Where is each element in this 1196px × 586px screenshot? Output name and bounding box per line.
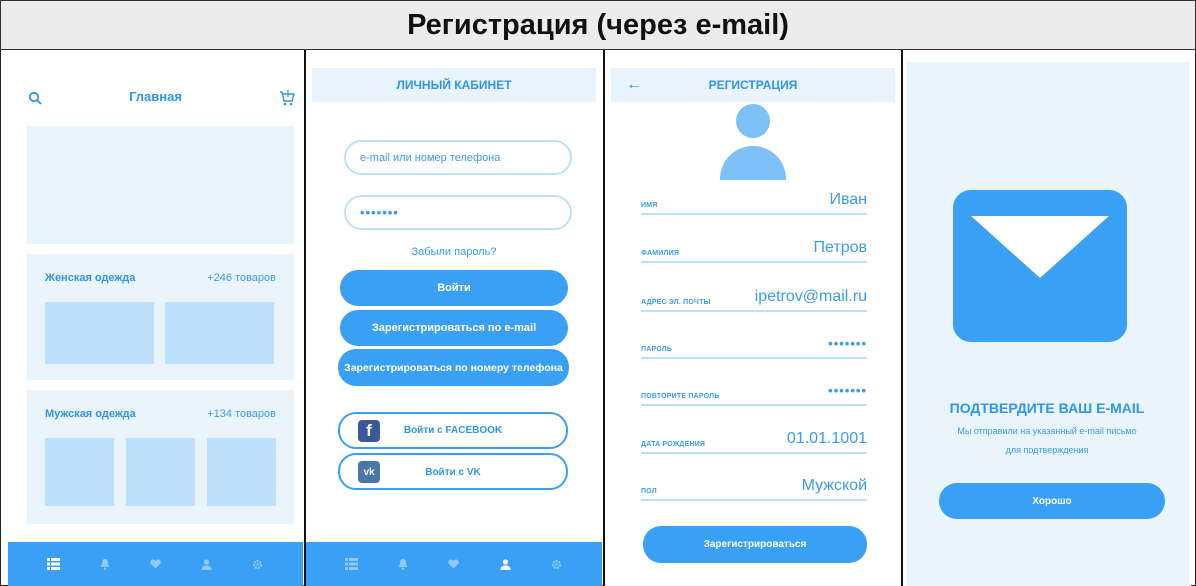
- bell-icon[interactable]: [396, 557, 410, 571]
- login-header: ЛИЧНЫЙ КАБИНЕТ: [312, 68, 596, 102]
- register-submit-button[interactable]: Зарегистрироваться: [643, 526, 867, 563]
- product-tile[interactable]: [45, 438, 114, 506]
- gear-icon[interactable]: [251, 557, 265, 571]
- registration-header: ← РЕГИСТРАЦИЯ: [611, 68, 895, 102]
- promo-banner[interactable]: [27, 126, 294, 244]
- field-label: пароль: [641, 346, 673, 353]
- avatar-body: [720, 146, 786, 180]
- catalog-icon[interactable]: [47, 557, 61, 571]
- register-phone-button[interactable]: Зарегистрироваться по номеру телефона: [338, 349, 569, 386]
- field-value: ipetrov@mail.ru: [754, 288, 867, 305]
- field-value: Иван: [829, 191, 867, 208]
- bell-icon[interactable]: [98, 557, 112, 571]
- confirm-title: ПОДТВЕРДИТЕ ВАШ E-MAIL: [949, 400, 1145, 416]
- facebook-login-button[interactable]: f Войти с FACEBOOK: [338, 412, 568, 449]
- gear-icon[interactable]: [549, 557, 563, 571]
- user-icon[interactable]: [498, 557, 512, 571]
- register-email-button[interactable]: Зарегистрироваться по e-mail: [340, 310, 568, 346]
- heart-icon[interactable]: [447, 557, 461, 571]
- vk-login-button[interactable]: vk Войти с VK: [338, 453, 568, 490]
- category-label: Женская одежда: [45, 272, 136, 284]
- field-label: адрес эл. почты: [641, 299, 711, 306]
- field-value: Мужской: [801, 477, 867, 494]
- field-value: Петров: [813, 239, 868, 256]
- email-field[interactable]: адрес эл. почты ipetrov@mail.ru: [641, 282, 867, 312]
- field-label: повторите пароль: [641, 393, 720, 400]
- first-name-field[interactable]: имя Иван: [641, 185, 867, 215]
- field-value: •••••••: [828, 336, 867, 351]
- product-tile[interactable]: [207, 438, 276, 506]
- page-title-bar: Регистрация (через e-mail): [0, 0, 1196, 50]
- tab-bar: [8, 542, 303, 586]
- password-field[interactable]: пароль •••••••: [641, 329, 867, 359]
- registration-screen: ← РЕГИСТРАЦИЯ имя Иван фамилия Петров ад…: [605, 50, 901, 586]
- category-count: +246 товаров: [207, 272, 276, 284]
- vk-login-label: Войти с VK: [425, 467, 481, 478]
- login-title: ЛИЧНЫЙ КАБИНЕТ: [396, 78, 512, 92]
- home-screen: Главная Женская одежда +246 товаров Мужс…: [8, 50, 303, 586]
- heart-icon[interactable]: [149, 557, 163, 571]
- user-icon[interactable]: [200, 557, 214, 571]
- last-name-field[interactable]: фамилия Петров: [641, 233, 867, 263]
- category-label: Мужская одежда: [45, 408, 136, 420]
- confirm-message: Мы отправили на указанный e-mail письмо …: [957, 426, 1137, 455]
- gender-field[interactable]: пол Мужской: [641, 471, 867, 501]
- category-men[interactable]: Мужская одежда +134 товаров: [27, 390, 294, 524]
- tab-bar: [306, 542, 602, 586]
- field-label: имя: [641, 202, 658, 209]
- login-button[interactable]: Войти: [340, 270, 568, 306]
- facebook-login-label: Войти с FACEBOOK: [403, 425, 503, 436]
- registration-title: РЕГИСТРАЦИЯ: [708, 78, 798, 92]
- ok-button[interactable]: Хорошо: [939, 483, 1165, 519]
- repeat-password-field[interactable]: повторите пароль •••••••: [641, 376, 867, 406]
- product-tile[interactable]: [165, 302, 274, 364]
- home-header: Главная: [13, 65, 298, 125]
- field-label: пол: [641, 488, 657, 495]
- login-screen: ЛИЧНЫЙ КАБИНЕТ e-mail или номер телефона…: [306, 50, 602, 586]
- confirm-email-screen: ПОДТВЕРДИТЕ ВАШ E-MAIL Мы отправили на у…: [903, 50, 1191, 586]
- product-tile[interactable]: [45, 302, 154, 364]
- forgot-password-link[interactable]: Забыли пароль?: [306, 246, 602, 258]
- cart-icon[interactable]: [278, 89, 296, 107]
- password-field[interactable]: •••••••: [344, 195, 572, 230]
- field-label: фамилия: [641, 250, 680, 257]
- birth-date-field[interactable]: дата рождения 01.01.1001: [641, 424, 867, 454]
- envelope-icon: [953, 190, 1127, 342]
- catalog-icon[interactable]: [345, 557, 359, 571]
- field-label: дата рождения: [641, 441, 706, 448]
- page-title: Регистрация (через e-mail): [407, 8, 789, 41]
- email-field[interactable]: e-mail или номер телефона: [344, 140, 572, 175]
- home-title: Главная: [129, 89, 182, 104]
- field-value: •••••••: [828, 383, 867, 398]
- field-value: 01.01.1001: [786, 430, 867, 447]
- product-tile[interactable]: [126, 438, 195, 506]
- category-women[interactable]: Женская одежда +246 товаров: [27, 254, 294, 380]
- category-count: +134 товаров: [207, 408, 276, 420]
- avatar-head: [736, 104, 770, 138]
